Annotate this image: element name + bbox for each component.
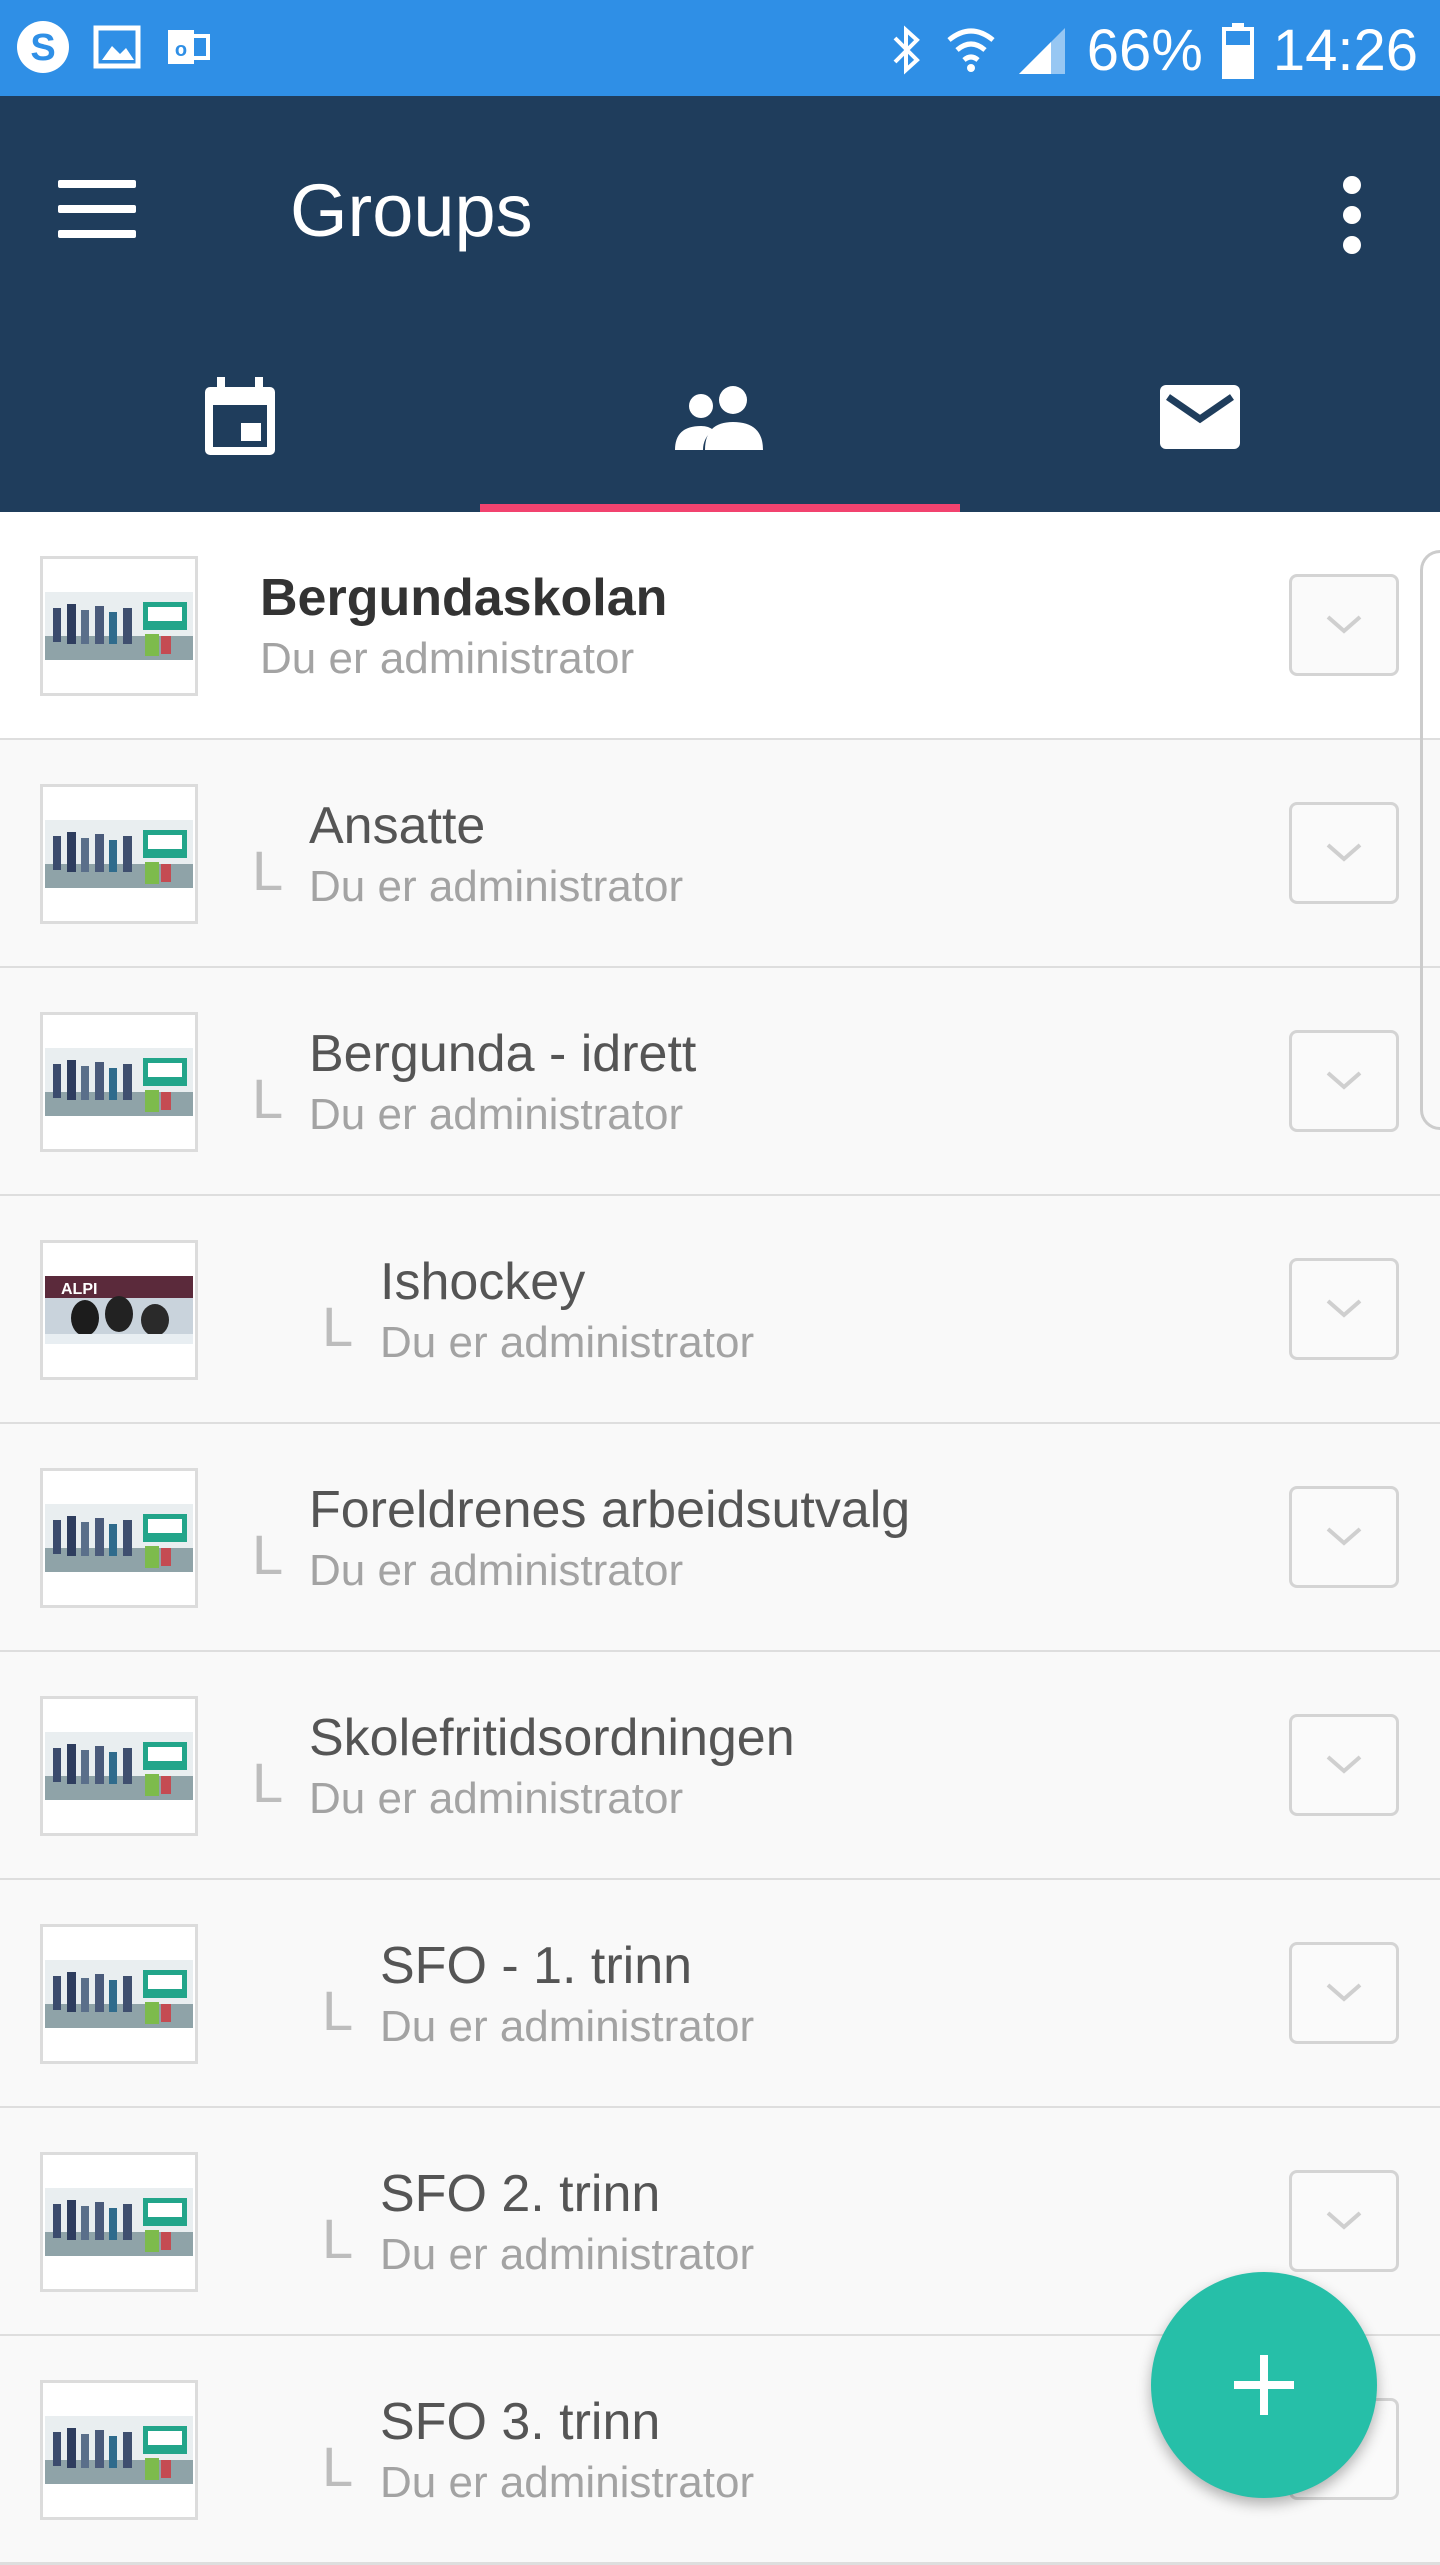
plus-icon: [1234, 2355, 1294, 2415]
group-row[interactable]: ALPI L Ishockey Du er administrator: [0, 1196, 1440, 1425]
app-bar: Groups: [0, 96, 1440, 322]
group-role: Du er administrator: [380, 2002, 755, 2051]
group-role: Du er administrator: [309, 1774, 684, 1823]
group-name: SFO 2. trinn: [380, 2165, 661, 2223]
hierarchy-indent-icon: L: [252, 1751, 284, 1814]
chevron-down-icon: [1326, 1299, 1362, 1318]
group-role: Du er administrator: [380, 1318, 755, 1367]
battery-percentage: 66%: [1086, 17, 1203, 83]
group-role: Du er administrator: [309, 1546, 684, 1595]
group-name: Skolefritidsordningen: [309, 1709, 795, 1767]
group-dropdown-button[interactable]: [1289, 1714, 1399, 1816]
svg-text:o: o: [175, 39, 187, 61]
more-options-icon[interactable]: [1330, 176, 1374, 256]
chevron-down-icon: [1326, 843, 1362, 862]
people-icon: [675, 386, 763, 450]
menu-icon[interactable]: [58, 180, 136, 240]
signal-icon: [1018, 28, 1065, 74]
status-bar: S o 66% 14:26: [0, 0, 1440, 96]
group-thumbnail: ALPI: [40, 1240, 198, 1380]
chevron-down-icon: [1326, 1527, 1362, 1546]
group-role: Du er administrator: [380, 2230, 755, 2279]
hierarchy-indent-icon: L: [252, 1067, 284, 1130]
group-dropdown-button[interactable]: [1289, 574, 1399, 676]
status-notification-icons: S o: [14, 18, 212, 76]
chevron-down-icon: [1326, 615, 1362, 634]
group-row[interactable]: L Ansatte Du er administrator: [0, 740, 1440, 969]
group-row[interactable]: L Skolefritidsordningen Du er administrato…: [0, 1652, 1440, 1881]
group-thumbnail: [40, 1696, 198, 1836]
calendar-icon: [205, 377, 275, 455]
tab-messages[interactable]: [960, 322, 1440, 512]
wifi-icon: [947, 28, 995, 72]
hierarchy-indent-icon: L: [322, 2435, 354, 2498]
chevron-down-icon: [1326, 1071, 1362, 1090]
group-thumbnail: [40, 1468, 198, 1608]
gallery-icon: [93, 25, 141, 69]
group-dropdown-button[interactable]: [1289, 1030, 1399, 1132]
tab-groups[interactable]: [480, 322, 960, 512]
group-role: Du er administrator: [309, 1090, 684, 1139]
group-dropdown-button[interactable]: [1289, 2170, 1399, 2272]
group-role: Du er administrator: [380, 2458, 755, 2507]
page-title: Groups: [290, 169, 533, 252]
bluetooth-icon: [893, 25, 920, 75]
group-role: Du er administrator: [260, 634, 635, 683]
hierarchy-indent-icon: L: [322, 1295, 354, 1358]
chevron-down-icon: [1326, 2211, 1362, 2230]
mail-icon: [1160, 385, 1240, 449]
group-name: Bergunda - idrett: [309, 1025, 697, 1083]
chevron-down-icon: [1326, 1755, 1362, 1774]
group-row[interactable]: L Foreldrenes arbeidsutvalg Du er administ…: [0, 1424, 1440, 1653]
group-thumbnail: [40, 1924, 198, 2064]
group-row[interactable]: L SFO - 1. trinn Du er administrator: [0, 1880, 1440, 2109]
hierarchy-indent-icon: L: [252, 1523, 284, 1586]
group-dropdown-button[interactable]: [1289, 1258, 1399, 1360]
skype-icon: S: [17, 21, 69, 73]
status-system-icons: 66% 14:26: [887, 8, 1418, 92]
group-name: Ishockey: [380, 1253, 586, 1311]
group-dropdown-button[interactable]: [1289, 1942, 1399, 2044]
group-name: SFO 3. trinn: [380, 2393, 661, 2451]
group-row[interactable]: Bergundaskolan Du er administrator: [0, 512, 1440, 741]
chevron-down-icon: [1326, 1983, 1362, 2002]
group-name: Bergundaskolan: [260, 569, 668, 627]
selected-tab-indicator: [480, 504, 960, 512]
add-group-button[interactable]: [1151, 2272, 1377, 2498]
hierarchy-indent-icon: L: [322, 1979, 354, 2042]
group-thumbnail: [40, 784, 198, 924]
battery-icon: [1221, 23, 1254, 79]
group-name: Foreldrenes arbeidsutvalg: [309, 1481, 911, 1539]
tab-calendar[interactable]: [0, 322, 480, 512]
outlook-icon: o: [168, 30, 210, 64]
clock: 14:26: [1272, 17, 1418, 83]
group-thumbnail: [40, 2152, 198, 2292]
group-row[interactable]: L Bergunda - idrett Du er administrator: [0, 968, 1440, 1197]
group-name: Ansatte: [309, 797, 486, 855]
group-thumbnail: [40, 2380, 198, 2520]
tab-bar: [0, 322, 1440, 512]
group-dropdown-button[interactable]: [1289, 1486, 1399, 1588]
hockey-thumb-text: ALPI: [61, 1281, 97, 1298]
group-thumbnail: [40, 1012, 198, 1152]
group-thumbnail: [40, 556, 198, 696]
group-name: SFO - 1. trinn: [380, 1937, 693, 1995]
scroll-edge: [1420, 550, 1440, 1130]
hierarchy-indent-icon: L: [322, 2207, 354, 2270]
hierarchy-indent-icon: L: [252, 839, 284, 902]
group-role: Du er administrator: [309, 862, 684, 911]
group-dropdown-button[interactable]: [1289, 802, 1399, 904]
svg-text:S: S: [30, 27, 55, 69]
